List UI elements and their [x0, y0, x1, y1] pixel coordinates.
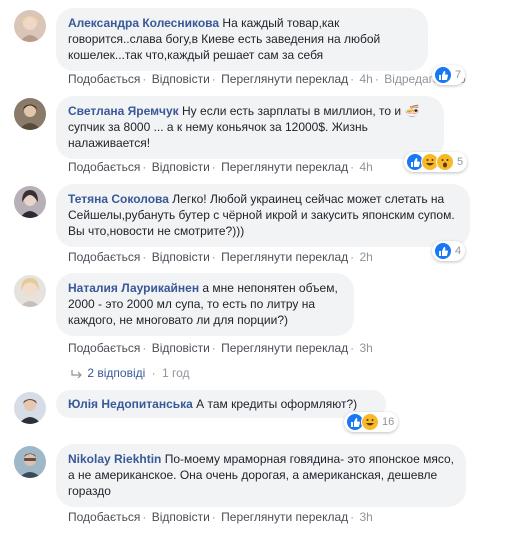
reply-link[interactable]: Відповісти [152, 341, 210, 355]
comment-bubble: Светлана Яремчук Ну если есть зарплаты в… [56, 96, 444, 159]
comment-author[interactable]: Светлана Яремчук [68, 104, 179, 118]
like-link[interactable]: Подобається [68, 510, 140, 524]
comment-text: А там кредиты оформляют?) [196, 397, 358, 411]
comment-actions: Подобається · Відповісти · Переглянути пер… [68, 341, 373, 355]
haha-reaction-icon [361, 413, 379, 431]
comment-author[interactable]: Тетяна Соколова [68, 192, 169, 206]
comment-bubble: Nikolay Riekhtin По-моему мраморная говя… [56, 444, 466, 507]
reaction-count: 5 [457, 156, 464, 168]
comment-time[interactable]: 3h [360, 341, 373, 355]
like-reaction-icon [434, 242, 452, 260]
avatar[interactable] [14, 10, 46, 42]
comment-author[interactable]: Nikolay Riekhtin [68, 452, 161, 466]
see-translation-link[interactable]: Переглянути переклад [221, 510, 348, 524]
see-translation-link[interactable]: Переглянути переклад [221, 250, 348, 264]
comment-time[interactable]: 2h [360, 250, 373, 264]
comment-bubble: Александра Колесникова На каждый товар,к… [56, 8, 428, 71]
like-link[interactable]: Подобається [68, 341, 140, 355]
like-link[interactable]: Подобається [68, 72, 140, 86]
reaction-count: 7 [455, 69, 462, 81]
comment-time[interactable]: 3h [360, 510, 373, 524]
comment-author[interactable]: Александра Колесникова [68, 16, 219, 30]
comment-bubble: Тетяна Соколова Легко! Любой украинец се… [56, 184, 470, 247]
avatar[interactable] [14, 98, 46, 130]
reply-arrow-icon [70, 366, 84, 380]
reaction-summary[interactable]: 7 [432, 65, 466, 85]
replies-count-label[interactable]: 2 відповіді [87, 366, 145, 380]
reaction-count: 4 [455, 245, 462, 257]
comment-author[interactable]: Наталия Лаурикайнен [68, 281, 199, 295]
comment-time[interactable]: 4h [360, 72, 373, 86]
avatar[interactable] [14, 446, 46, 478]
comment-bubble: Наталия Лаурикайнен а мне непонятен объе… [56, 273, 354, 336]
wow-reaction-icon [436, 153, 454, 171]
see-translation-link[interactable]: Переглянути переклад [221, 72, 348, 86]
reaction-summary[interactable]: 5 [404, 152, 468, 172]
avatar[interactable] [14, 186, 46, 218]
comment-actions: Подобається · Відповісти · Переглянути пер… [68, 510, 373, 524]
comment-actions: Подобається · Відповісти · Переглянути пер… [68, 250, 373, 264]
comment-time[interactable]: 4h [360, 160, 373, 174]
reaction-summary[interactable]: 16 [344, 412, 399, 432]
reply-link[interactable]: Відповісти [152, 72, 210, 86]
comment-actions: Подобається · Відповісти · Переглянути пер… [68, 160, 373, 174]
like-link[interactable]: Подобається [68, 160, 140, 174]
like-link[interactable]: Подобається [68, 250, 140, 264]
see-translation-link[interactable]: Переглянути переклад [221, 160, 348, 174]
reply-link[interactable]: Відповісти [152, 250, 210, 264]
avatar[interactable] [14, 392, 46, 424]
reply-link[interactable]: Відповісти [152, 510, 210, 524]
see-translation-link[interactable]: Переглянути переклад [221, 341, 348, 355]
replies-time: 1 год [161, 366, 190, 380]
reply-link[interactable]: Відповісти [152, 160, 210, 174]
comment-actions: Подобається · Відповісти · Переглянути пер… [68, 72, 466, 86]
comment-author[interactable]: Юлія Недопитанська [68, 397, 193, 411]
like-reaction-icon [434, 66, 452, 84]
comment-bubble: Юлія Недопитанська А там кредиты оформля… [56, 390, 386, 418]
reaction-count: 16 [382, 416, 395, 428]
avatar[interactable] [14, 275, 46, 307]
view-replies-link[interactable]: 2 відповіді · 1 год [70, 366, 190, 380]
reaction-summary[interactable]: 4 [432, 241, 466, 261]
